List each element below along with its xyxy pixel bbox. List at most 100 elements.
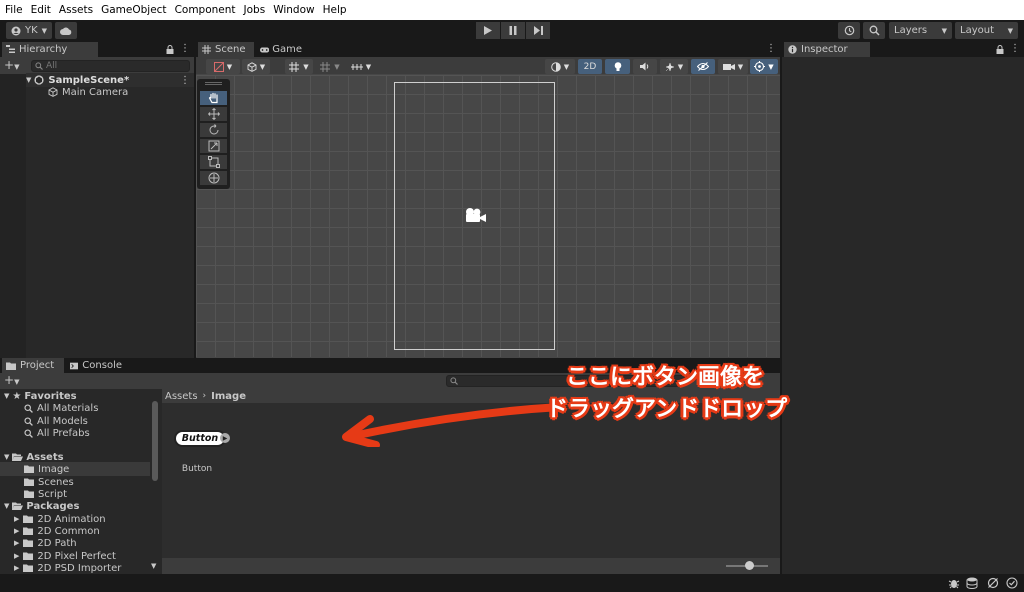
chevron-down-icon: ▼ <box>4 502 10 510</box>
camera-settings-dropdown[interactable]: ▼ <box>718 59 748 74</box>
move-tool[interactable] <box>200 107 227 121</box>
lock-icon[interactable] <box>166 45 174 54</box>
favorite-label: All Models <box>37 415 88 427</box>
more-menu-icon[interactable]: ⋮ <box>1010 43 1020 54</box>
annotation-text-line1: ここにボタン画像を <box>566 365 765 390</box>
auto-refresh-off-icon[interactable] <box>987 577 999 589</box>
menu-edit[interactable]: Edit <box>31 4 51 16</box>
folder-label: Scenes <box>38 476 74 488</box>
debug-bug-icon[interactable] <box>948 577 960 589</box>
check-circle-icon[interactable] <box>1006 577 1018 589</box>
hierarchy-item-main-camera[interactable]: Main Camera <box>48 85 128 99</box>
assets-label: Assets <box>26 451 64 463</box>
cloud-button[interactable] <box>55 22 77 39</box>
scene-name: SampleScene* <box>48 74 130 86</box>
shading-dropdown[interactable]: ▼ <box>242 59 270 74</box>
tab-project[interactable]: Project <box>2 358 64 373</box>
audio-toggle[interactable] <box>633 59 657 74</box>
hierarchy-search-input[interactable]: All <box>31 60 190 72</box>
hierarchy-icon <box>6 45 15 53</box>
menu-file[interactable]: File <box>5 4 23 16</box>
hidden-objects-toggle[interactable] <box>691 59 715 74</box>
2d-mode-toggle[interactable]: 2D <box>578 59 602 74</box>
layers-dropdown[interactable]: Layers ▼ <box>889 22 952 39</box>
chevron-down-icon: ▼ <box>941 26 947 35</box>
tab-console[interactable]: Console <box>66 358 128 373</box>
more-menu-icon[interactable]: ⋮ <box>180 43 190 54</box>
search-icon <box>24 403 33 413</box>
chevron-down-icon: ▼ <box>259 62 266 71</box>
rotate-tool[interactable] <box>200 123 227 137</box>
menu-assets[interactable]: Assets <box>59 4 93 16</box>
rect-tool[interactable] <box>200 155 227 169</box>
more-menu-icon[interactable]: ⋮ <box>180 75 190 86</box>
orientation-dropdown[interactable]: ▼ <box>545 59 575 74</box>
menu-help[interactable]: Help <box>323 4 347 16</box>
increment-snap-dropdown[interactable]: ▼ <box>346 59 376 74</box>
grid-snap-dropdown[interactable]: ▼ <box>285 59 313 74</box>
scale-tool[interactable] <box>200 139 227 153</box>
add-button[interactable]: +▼ <box>4 58 19 72</box>
pause-button[interactable] <box>501 22 525 39</box>
menu-bar: File Edit Assets GameObject Component Jo… <box>0 0 1024 20</box>
package-2d-psd-importer[interactable]: ▶ 2D PSD Importer <box>14 561 121 575</box>
globe-icon <box>550 61 561 72</box>
gizmos-dropdown[interactable]: ▼ <box>750 59 778 74</box>
draw-mode-dropdown[interactable]: ▼ <box>206 59 240 74</box>
folder-image[interactable]: Image <box>0 462 150 476</box>
tab-game[interactable]: Game <box>256 42 308 57</box>
menu-gameobject[interactable]: GameObject <box>101 4 166 16</box>
search-button[interactable] <box>863 22 885 39</box>
scroll-down-arrow-icon[interactable]: ▼ <box>151 562 156 570</box>
gizmo-icon <box>754 61 766 72</box>
chevron-right-icon: ▶ <box>222 434 228 442</box>
tab-inspector[interactable]: Inspector <box>784 42 870 57</box>
search-icon <box>24 428 33 438</box>
favorite-all-prefabs[interactable]: All Prefabs <box>24 426 90 440</box>
account-icon <box>11 26 21 35</box>
favorite-all-materials[interactable]: All Materials <box>24 401 98 415</box>
item-label: Main Camera <box>62 86 129 98</box>
more-menu-icon[interactable]: ⋮ <box>766 43 776 54</box>
eye-slash-icon <box>697 62 709 71</box>
folder-icon <box>23 515 34 523</box>
history-button[interactable] <box>838 22 860 39</box>
console-tab-label: Console <box>82 360 122 371</box>
breadcrumb-image[interactable]: Image <box>211 391 246 402</box>
tab-scene[interactable]: Scene <box>198 42 254 57</box>
chevron-down-icon: ▼ <box>14 378 20 386</box>
folder-label: Script <box>38 488 68 500</box>
chevron-down-icon: ▼ <box>41 26 48 35</box>
drag-handle-icon[interactable] <box>205 82 222 85</box>
scene-tabstrip: Scene Game ⋮ <box>196 42 780 57</box>
packages-label: Packages <box>26 500 80 512</box>
status-bar <box>0 574 1024 592</box>
menu-jobs[interactable]: Jobs <box>244 4 266 16</box>
tab-hierarchy[interactable]: Hierarchy <box>2 42 98 57</box>
play-button[interactable] <box>476 22 500 39</box>
breadcrumb-assets[interactable]: Assets <box>165 391 198 402</box>
transform-tool[interactable] <box>200 171 227 185</box>
layout-dropdown[interactable]: Layout ▼ <box>955 22 1018 39</box>
account-button[interactable]: YK ▼ <box>6 22 52 39</box>
packages-header[interactable]: ▼ Packages <box>4 499 79 513</box>
hand-tool[interactable] <box>200 91 227 105</box>
effects-dropdown[interactable]: ▼ <box>660 59 688 74</box>
asset-item-button[interactable]: Button ▶ <box>174 428 230 448</box>
hand-icon <box>208 92 218 104</box>
search-icon <box>450 377 458 385</box>
lock-icon[interactable] <box>996 45 1004 54</box>
folder-tree-scrollbar[interactable] <box>152 401 158 481</box>
thumbnail-text: Button <box>181 433 219 444</box>
expand-sprite-button[interactable]: ▶ <box>220 433 230 443</box>
step-button[interactable] <box>526 22 550 39</box>
zoom-slider-thumb[interactable] <box>744 561 754 570</box>
package-2d-path[interactable]: ▶ 2D Path <box>14 536 77 550</box>
menu-window[interactable]: Window <box>273 4 314 16</box>
camera-gizmo-icon[interactable] <box>463 207 487 225</box>
cache-server-icon[interactable] <box>966 577 978 589</box>
lighting-toggle[interactable] <box>605 59 630 74</box>
menu-component[interactable]: Component <box>175 4 236 16</box>
snap-increment-dropdown[interactable]: ▼ <box>316 59 344 74</box>
create-asset-button[interactable]: +▼ <box>4 373 19 387</box>
